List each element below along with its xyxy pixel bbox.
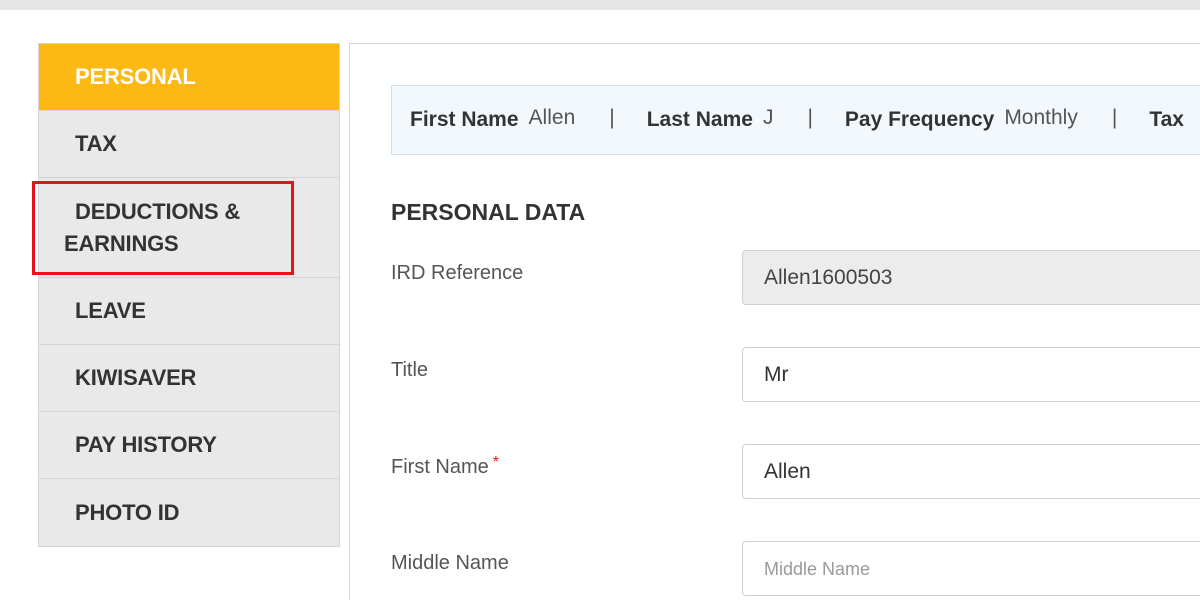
sidebar-item-label: TAX	[75, 131, 117, 156]
summary-separator: |	[1111, 106, 1118, 129]
ird-reference-field[interactable]	[742, 250, 1200, 305]
sidebar-item-personal[interactable]: PERSONAL	[39, 44, 339, 111]
summary-separator: |	[609, 106, 615, 129]
summary-separator: |	[807, 106, 813, 129]
title-field[interactable]	[742, 347, 1200, 402]
required-indicator: *	[492, 454, 500, 471]
summary-pay-frequency-label: Pay Frequency	[844, 108, 995, 131]
summary-first-name-label: First Name	[410, 108, 519, 131]
summary-truncated-label: Tax	[1149, 108, 1184, 131]
sidebar-item-label: PERSONAL	[75, 64, 196, 89]
first-name-label: First Name *	[391, 454, 500, 479]
summary-last-name-value: J	[762, 106, 774, 129]
first-name-label-text: First Name	[391, 456, 489, 478]
sidebar-item-leave[interactable]: LEAVE	[39, 278, 339, 345]
sidebar-item-label: PAY HISTORY	[75, 432, 217, 457]
sidebar-item-pay-history[interactable]: PAY HISTORY	[39, 412, 339, 479]
section-title: PERSONAL DATA	[391, 199, 586, 225]
sidebar-nav: PERSONAL TAX DEDUCTIONS & EARNINGS LEAVE…	[38, 43, 340, 547]
title-label: Title	[391, 359, 429, 381]
sidebar-item-tax[interactable]: TAX	[39, 111, 339, 178]
sidebar-item-label: KIWISAVER	[75, 365, 197, 390]
top-strip	[0, 0, 1200, 10]
ird-reference-label: IRD Reference	[391, 262, 524, 284]
first-name-field[interactable]	[742, 444, 1200, 499]
summary-last-name-label: Last Name	[646, 108, 753, 131]
summary-first-name-value: Allen	[528, 106, 576, 129]
middle-name-field[interactable]	[742, 541, 1200, 596]
sidebar-item-label: LEAVE	[75, 298, 146, 323]
middle-name-label: Middle Name	[391, 552, 509, 574]
sidebar-item-photo-id[interactable]: PHOTO ID	[39, 479, 339, 546]
sidebar-item-label: PHOTO ID	[75, 499, 180, 525]
sidebar-item-kiwisaver[interactable]: KIWISAVER	[39, 345, 339, 412]
employee-summary-bar: First Name Allen | Last Name J | Pay Fre…	[391, 85, 1200, 155]
highlight-box	[32, 181, 294, 275]
summary-pay-frequency-value: Monthly	[1004, 106, 1078, 129]
